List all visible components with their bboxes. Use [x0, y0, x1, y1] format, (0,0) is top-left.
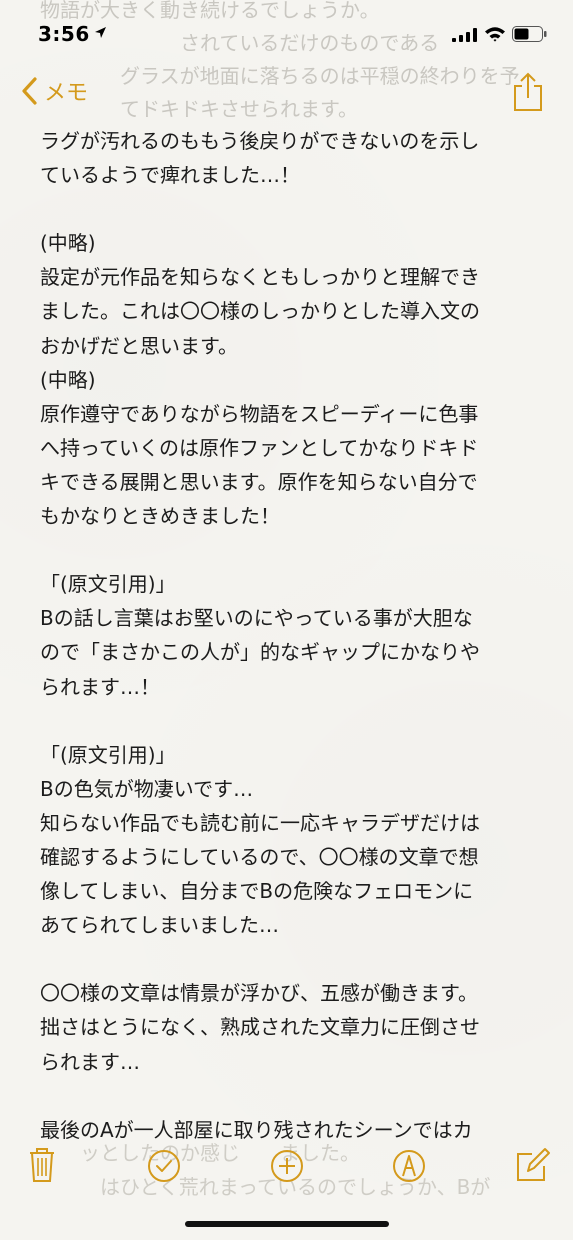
cellular-signal-icon — [452, 28, 477, 42]
note-line: 「(原文引用)」 — [40, 742, 176, 767]
note-line: 確認するようにしているので、〇〇様の文章で想 — [40, 844, 479, 869]
battery-icon — [512, 26, 547, 42]
home-indicator[interactable] — [185, 1221, 389, 1227]
wifi-icon — [485, 27, 505, 42]
note-line: 原作遵守でありながら物語をスピーディーに色事 — [40, 401, 479, 426]
note-line: キできる展開と思います。原作を知らない自分で — [40, 469, 478, 494]
note-line — [40, 704, 540, 738]
note-line: 像してしまい、自分までBの危険なフェロモンに — [40, 879, 474, 904]
chevron-left-icon — [22, 77, 37, 105]
add-icon[interactable] — [267, 1144, 307, 1184]
navigation-bar: メモ — [0, 64, 573, 120]
checklist-icon[interactable] — [144, 1144, 184, 1184]
compose-icon[interactable] — [512, 1144, 552, 1184]
back-button[interactable]: メモ — [20, 74, 88, 108]
note-line: ました。これは〇〇様のしっかりとした導入文の — [40, 299, 480, 324]
note-line: (中略) — [40, 231, 96, 256]
note-line: もかなりときめきました！ — [40, 504, 280, 529]
note-line: Bの色気が物凄いです… — [40, 776, 254, 801]
markup-icon[interactable] — [389, 1144, 429, 1184]
note-line: ているようで痺れました…！ — [40, 163, 300, 188]
note-line: られます…！ — [40, 674, 160, 699]
note-line: Bの話し言葉はお堅いのにやっている事が大胆な — [40, 606, 473, 631]
note-line: 「(原文引用)」 — [40, 572, 176, 597]
status-time: 3:56 — [38, 22, 90, 46]
note-line: 〇〇様の文章は情景が浮かび、五感が働きます。 — [40, 981, 478, 1006]
note-line: 設定が元作品を知らなくともしっかりと理解でき — [40, 265, 480, 290]
note-line: 拙さはとうになく、熟成された文章力に圧倒させ — [40, 1015, 480, 1040]
trash-icon[interactable] — [22, 1144, 62, 1184]
note-line: られます… — [40, 1049, 140, 1074]
note-line: ので「まさかこの人が」的なギャップにかなりや — [40, 640, 480, 665]
note-line: 知らない作品でも読む前に一応キャラデザだけは — [40, 810, 480, 835]
note-line: ラグが汚れるのももう後戻りができないのを示し — [40, 129, 480, 153]
back-label: メモ — [44, 81, 89, 106]
note-line — [40, 192, 540, 226]
status-bar: 3:56 — [0, 0, 573, 64]
note-line: あてられてしまいました… — [40, 913, 279, 938]
bottom-toolbar — [0, 1140, 573, 1190]
share-icon[interactable] — [511, 72, 545, 112]
note-line: (中略) — [40, 367, 96, 392]
note-line: おかげだと思います。 — [40, 333, 238, 358]
note-line — [40, 533, 540, 567]
location-arrow-icon — [95, 27, 106, 38]
note-line — [40, 942, 540, 976]
note-body[interactable]: ラグが汚れるのももう後戻りができないのを示し ているようで痺れました…！ (中略) 設… — [40, 124, 540, 1147]
note-line — [40, 1079, 540, 1113]
note-line: へ持っていくのは原作ファンとしてかなりドキド — [40, 435, 479, 460]
